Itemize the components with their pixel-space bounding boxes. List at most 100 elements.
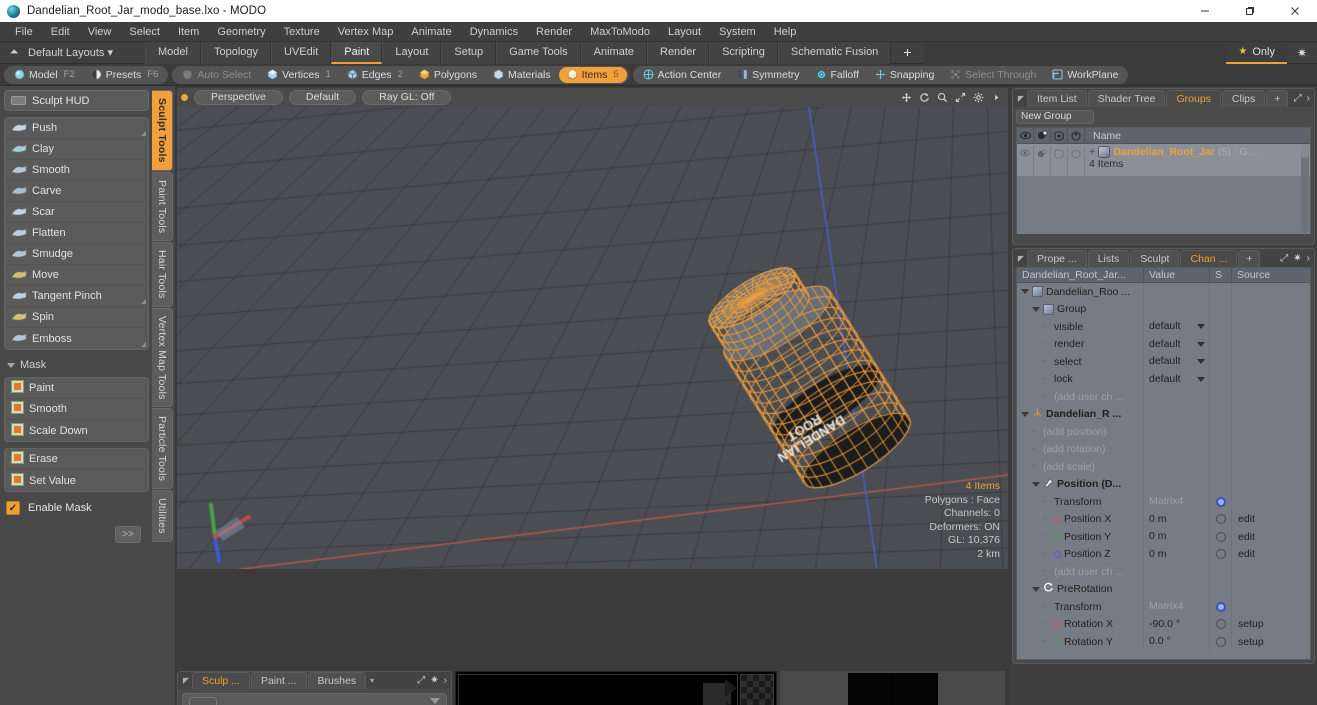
channel-state-ring-icon[interactable]: [1215, 619, 1226, 630]
tab-prope[interactable]: Prope ...: [1027, 249, 1087, 267]
menu-item-geometry[interactable]: Geometry: [208, 22, 274, 42]
channel-value[interactable]: [1144, 405, 1210, 423]
tab-brushes[interactable]: Brushes: [307, 672, 367, 689]
channel-row[interactable]: ⌐ Rotation X -90.0 ° setup: [1017, 615, 1310, 633]
channel-s-cell[interactable]: [1210, 283, 1232, 301]
eye-icon[interactable]: [1017, 127, 1034, 144]
vertical-tab-hair-tools[interactable]: Hair Tools: [152, 242, 173, 307]
channel-row[interactable]: ⌐ Position X 0 m edit: [1017, 510, 1310, 528]
menu-item-texture[interactable]: Texture: [275, 22, 329, 42]
maximize-button[interactable]: [1227, 0, 1272, 22]
mode-button-workplane[interactable]: WorkPlane: [1044, 67, 1126, 83]
layout-tab-setup[interactable]: Setup: [441, 41, 497, 64]
sculpt-tool-carve[interactable]: Carve: [5, 181, 148, 202]
select-icon[interactable]: [1068, 127, 1085, 144]
tab-item-list[interactable]: Item List: [1027, 89, 1087, 107]
mode-button-auto-select[interactable]: Auto Select: [174, 67, 259, 83]
menu-item-edit[interactable]: Edit: [42, 22, 79, 42]
menu-item-file[interactable]: File: [6, 22, 42, 42]
groups-scrollbar[interactable]: [1301, 145, 1309, 233]
channel-s-cell[interactable]: [1210, 615, 1232, 633]
expand-icon[interactable]: ⤢: [417, 675, 425, 686]
move-icon[interactable]: [901, 92, 912, 103]
channel-value[interactable]: [1144, 458, 1210, 476]
sculpt-tool-flatten[interactable]: Flatten: [5, 223, 148, 244]
tab-chan[interactable]: Chan ...: [1180, 249, 1238, 267]
channel-row[interactable]: ⌐ (add position): [1017, 423, 1310, 441]
channel-value[interactable]: [1144, 388, 1210, 406]
default-layouts-label[interactable]: Default Layouts ▾: [24, 46, 123, 59]
chevron-down-icon[interactable]: [1197, 341, 1205, 347]
sculpt-tool-scar[interactable]: Scar: [5, 202, 148, 223]
group-name[interactable]: Dandelian_Root_Jar: [1113, 146, 1215, 158]
channel-s-cell[interactable]: [1210, 318, 1232, 336]
chevron-down-icon[interactable]: [1197, 359, 1205, 365]
channel-s-cell[interactable]: [1210, 510, 1232, 528]
sculpt-tool-move[interactable]: Move: [5, 265, 148, 286]
channel-s-cell[interactable]: [1210, 563, 1232, 581]
panel-menu-icon[interactable]: ◤: [181, 676, 191, 685]
tab-paint[interactable]: Paint ...: [250, 672, 307, 689]
mode-button-presets[interactable]: Presets F6: [83, 67, 167, 83]
panel-menu-icon[interactable]: ◤: [1016, 254, 1026, 263]
enable-mask-row[interactable]: ✓ Enable Mask: [4, 498, 149, 518]
channel-s-cell[interactable]: [1210, 598, 1232, 616]
menu-item-layout[interactable]: Layout: [659, 22, 710, 42]
tab-sculp[interactable]: Sculp ...: [192, 672, 250, 689]
expand-triangle-icon[interactable]: [1021, 411, 1029, 417]
vertical-tab-paint-tools[interactable]: Paint Tools: [152, 171, 173, 241]
tab-overflow-caret-icon[interactable]: ▾: [367, 676, 377, 685]
channel-row[interactable]: ⌐ Transform Matrix4: [1017, 598, 1310, 616]
rotate-icon[interactable]: [919, 92, 930, 103]
home-layout-icon[interactable]: ⏶: [4, 46, 24, 59]
expand-triangle-icon[interactable]: [1021, 289, 1029, 295]
channel-s-cell[interactable]: [1210, 580, 1232, 598]
mode-button-items[interactable]: Items 5: [558, 66, 627, 83]
menu-item-item[interactable]: Item: [169, 22, 208, 42]
channel-s-cell[interactable]: [1210, 423, 1232, 441]
channel-row[interactable]: ⌐ Transform Matrix4: [1017, 493, 1310, 511]
channel-row[interactable]: Dandelian_Roo ...: [1017, 283, 1310, 301]
channel-value[interactable]: 0 m: [1144, 510, 1210, 528]
expand-icon[interactable]: ⤢: [1294, 93, 1302, 104]
layout-tab-scripting[interactable]: Scripting: [709, 41, 778, 64]
mode-button-snapping[interactable]: Snapping: [867, 67, 942, 83]
3d-viewport[interactable]: 4 Items Polygons : Face Channels: 0 Defo…: [177, 107, 1008, 569]
expand-triangle-icon[interactable]: [1032, 306, 1040, 312]
panel-menu-icon[interactable]: ◤: [1016, 94, 1026, 103]
table-row[interactable]: + Dandelian_Root_Jar (5) : G ... 4 Items: [1017, 144, 1310, 176]
tab-sculpt[interactable]: Sculpt: [1130, 249, 1180, 267]
channel-value[interactable]: default: [1144, 335, 1210, 353]
layout-tab-animate[interactable]: Animate: [580, 41, 647, 64]
expand-icon[interactable]: ⤢: [1280, 253, 1288, 264]
caret-right-icon[interactable]: ›: [1307, 93, 1310, 104]
minimize-button[interactable]: [1182, 0, 1227, 22]
menu-item-select[interactable]: Select: [120, 22, 169, 42]
channel-value[interactable]: 0.0 °: [1144, 633, 1210, 651]
mode-button-select-through[interactable]: Select Through: [942, 67, 1044, 83]
layout-tab-uvedit[interactable]: UVEdit: [271, 41, 332, 64]
checkbox-checked-icon[interactable]: ✓: [6, 501, 20, 515]
layout-tab-render[interactable]: Render: [647, 41, 710, 64]
channel-value[interactable]: [1144, 423, 1210, 441]
channel-value[interactable]: [1144, 580, 1210, 598]
layout-tab-model[interactable]: Model: [145, 41, 201, 64]
mode-button-materials[interactable]: Materials: [485, 67, 559, 83]
channel-value[interactable]: default: [1144, 353, 1210, 371]
chevron-down-icon[interactable]: [430, 698, 440, 704]
channel-value[interactable]: Matrix4: [1144, 598, 1210, 616]
vertical-tab-vertex-map-tools[interactable]: Vertex Map Tools: [152, 307, 173, 408]
channel-row[interactable]: ⌐ (add user ch ...: [1017, 388, 1310, 406]
channel-value[interactable]: [1144, 440, 1210, 458]
channel-row[interactable]: ⌐ visible default: [1017, 318, 1310, 336]
fit-icon[interactable]: [955, 92, 966, 103]
tab-groups[interactable]: Groups: [1166, 89, 1221, 107]
mode-button-polygons[interactable]: Polygons: [411, 67, 485, 83]
add-layout-button[interactable]: +: [891, 42, 924, 63]
caret-right-icon[interactable]: ›: [1307, 253, 1310, 264]
sculpt-tool-smooth[interactable]: Smooth: [5, 160, 148, 181]
viewport-menu-dot-icon[interactable]: [181, 94, 188, 101]
channel-value[interactable]: [1144, 283, 1210, 301]
viewport-shading-selector[interactable]: Default: [288, 90, 357, 105]
sculpt-tool-clay[interactable]: Clay: [5, 139, 148, 160]
